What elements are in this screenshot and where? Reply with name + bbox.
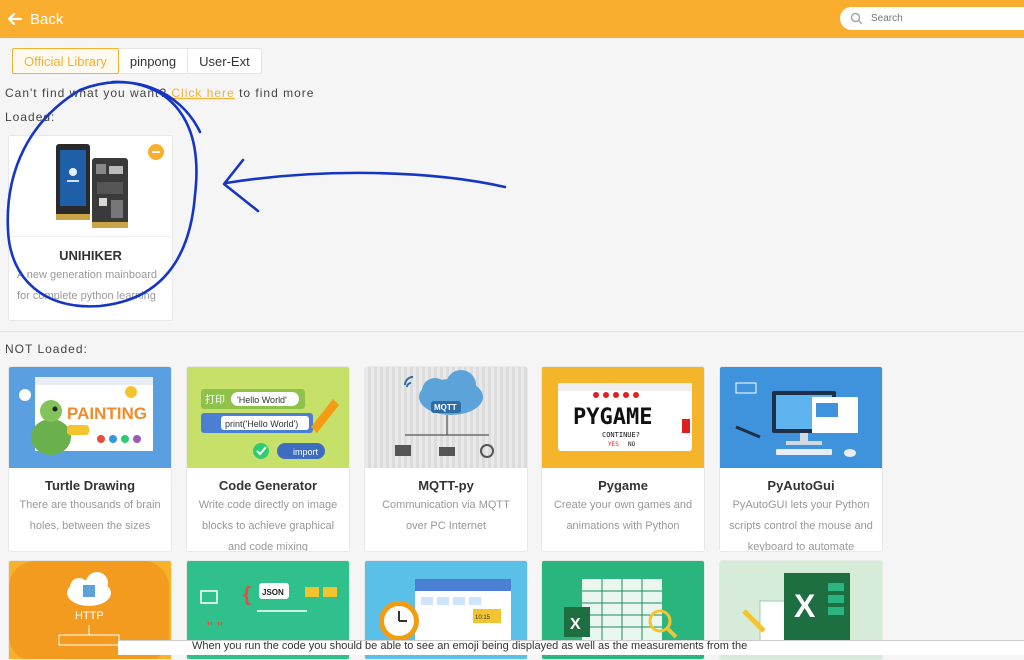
turtle-painting-image: PAINTING (19, 377, 153, 455)
painting-text: PAINTING (67, 404, 147, 423)
help-line: Can't find what you want? Click here to … (5, 86, 314, 100)
card-description: Write code directly on image blocks to a… (198, 499, 338, 552)
search-box[interactable] (840, 7, 1024, 30)
card-description: A new generation mainboard for complete … (17, 269, 158, 302)
search-input[interactable] (871, 13, 1001, 24)
turtle-drawing-thumbnail: PAINTING (9, 367, 171, 468)
library-card-unihiker[interactable]: UNIHIKER A new generation mainboard for … (8, 135, 173, 321)
library-card-code-generator[interactable]: 打印 'Hello World' print('Hello World') im… (186, 366, 350, 552)
help-prefix: Can't find what you want? (5, 86, 172, 100)
card-title: Pygame (598, 478, 648, 493)
arrow-left-icon (8, 13, 22, 25)
code-blocks-image: 打印 'Hello World' print('Hello World') im… (201, 389, 339, 459)
loaded-label: Loaded: (5, 110, 56, 124)
section-divider (0, 331, 1024, 332)
card-title: Turtle Drawing (44, 478, 136, 493)
clock-text: 10:15 (475, 615, 491, 621)
dayin-text: 打印 (205, 393, 225, 406)
card-title: Code Generator (218, 478, 318, 493)
no-text: NO (628, 441, 636, 448)
http-text: HTTP (75, 610, 104, 622)
card-title: MQTT-py (418, 478, 474, 493)
continue-text: CONTINUE? (602, 431, 640, 439)
back-button[interactable]: Back (8, 8, 63, 30)
search-icon (850, 12, 863, 25)
library-card-pygame[interactable]: PYGAME CONTINUE? YES NO Pygame Create yo… (541, 366, 705, 552)
svg-text:{: { (243, 584, 251, 606)
svg-text:X: X (794, 588, 816, 624)
card-description: Communication via MQTT over PC Internet (382, 499, 510, 532)
not-loaded-label: NOT Loaded: (5, 342, 88, 356)
json-text: JSON (262, 588, 284, 597)
pygame-screen-image: PYGAME CONTINUE? YES NO (558, 383, 692, 451)
tab-official-library[interactable]: Official Library (12, 48, 119, 74)
pyautogui-desktop-image (735, 382, 858, 457)
mqtt-text: MQTT (434, 403, 457, 412)
code-generator-thumbnail: 打印 'Hello World' print('Hello World') im… (187, 367, 349, 468)
card-description: There are thousands of brain holes, betw… (19, 499, 161, 532)
bottom-text-bar: When you run the code you should be able… (118, 640, 1024, 655)
unload-button[interactable] (148, 144, 164, 160)
library-tabs: Official Library pinpong User-Ext (12, 48, 262, 74)
mqtt-cloud-image: MQTT (395, 370, 494, 458)
minus-icon (152, 151, 160, 153)
card-description: PyAutoGUI lets your Python scripts contr… (729, 499, 873, 552)
print-hello-text: print('Hello World') (225, 419, 298, 429)
card-title: PyAutoGui (767, 478, 835, 493)
help-suffix: to find more (234, 86, 315, 100)
pygame-text: PYGAME (573, 405, 652, 430)
tab-user-ext[interactable]: User-Ext (188, 49, 261, 73)
click-here-link[interactable]: Click here (171, 86, 234, 100)
hello-world-text: 'Hello World' (237, 395, 287, 405)
mqtt-thumbnail: MQTT (365, 367, 527, 468)
card-description: Create your own games and animations wit… (553, 499, 693, 532)
svg-text:" ": " " (207, 620, 223, 637)
pygame-thumbnail: PYGAME CONTINUE? YES NO (542, 367, 704, 468)
top-bar: Back (0, 0, 1024, 38)
unihiker-thumbnail (9, 136, 172, 237)
library-card-turtle-drawing[interactable]: PAINTING Turtle Drawing There are thousa… (8, 366, 172, 552)
tab-pinpong[interactable]: pinpong (119, 49, 189, 73)
pyautogui-thumbnail (720, 367, 882, 468)
library-card-mqtt-py[interactable]: MQTT MQTT-py Communication via MQTT over… (364, 366, 528, 552)
yes-text: YES (608, 441, 619, 448)
svg-text:X: X (570, 616, 581, 633)
library-card-pyautogui[interactable]: PyAutoGui PyAutoGUI lets your Python scr… (719, 366, 883, 552)
back-label: Back (30, 10, 64, 28)
import-text: import (293, 447, 319, 457)
card-title: UNIHIKER (59, 248, 122, 263)
